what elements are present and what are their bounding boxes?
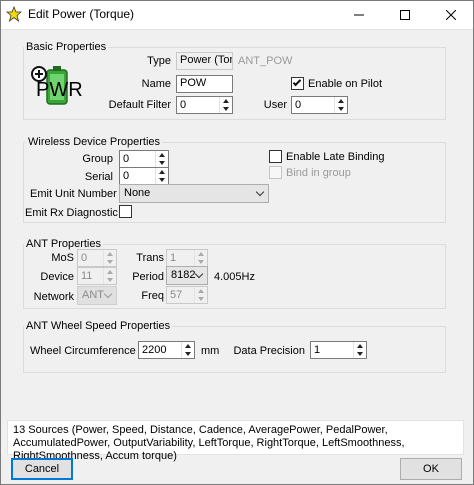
trans-value: 1 <box>170 252 177 264</box>
chevron-down-icon <box>255 187 265 197</box>
wheel-circumference-label: Wheel Circumference <box>30 345 136 357</box>
maximize-icon <box>400 10 410 20</box>
freq-label: Freq <box>141 290 164 302</box>
chevron-down-icon <box>103 289 113 299</box>
device-value: 11 <box>81 270 93 282</box>
serial-value: 0 <box>123 170 130 182</box>
network-select: ANT <box>77 286 117 305</box>
enable-on-pilot-checkbox[interactable] <box>291 77 304 90</box>
type-hint: ANT_POW <box>238 55 293 67</box>
minimize-button[interactable] <box>336 0 382 30</box>
late-binding-checkbox[interactable] <box>269 150 282 163</box>
late-binding-label: Enable Late Binding <box>286 151 385 163</box>
spin-up-icon <box>107 252 113 256</box>
network-value: ANT <box>82 289 104 301</box>
spin-up-icon <box>198 289 204 293</box>
bind-in-group-label: Bind in group <box>286 167 351 179</box>
device-label: Device <box>40 271 74 283</box>
group-value: 0 <box>123 153 130 165</box>
wheel-circumference-value: 2200 <box>142 344 167 356</box>
name-input[interactable]: POW <box>176 75 233 93</box>
spin-down-icon <box>198 260 204 264</box>
ok-button[interactable]: OK <box>400 458 462 480</box>
sources-description: 13 Sources (Power, Speed, Distance, Cade… <box>7 420 464 462</box>
serial-label: Serial <box>84 171 113 183</box>
basic-properties-title: Basic Properties <box>24 41 109 53</box>
data-precision-spinner[interactable]: 1 <box>310 341 367 359</box>
default-filter-spinner[interactable]: 0 <box>176 96 233 114</box>
spin-down-icon[interactable] <box>159 161 165 165</box>
mos-spinner: 0 <box>77 249 117 267</box>
spin-down-icon <box>107 260 113 264</box>
network-label: Network <box>33 291 74 303</box>
freq-spinner: 57 <box>166 286 208 304</box>
name-label: Name <box>141 78 171 90</box>
period-select[interactable]: 8182 <box>166 266 208 285</box>
wheel-speed-title: ANT Wheel Speed Properties <box>24 320 173 332</box>
type-label: Type <box>147 55 171 67</box>
basic-properties-group <box>23 47 446 120</box>
spin-down-icon <box>107 278 113 282</box>
spin-up-icon[interactable] <box>357 344 363 348</box>
maximize-button[interactable] <box>382 0 428 30</box>
mos-value: 0 <box>81 252 88 264</box>
spin-up-icon[interactable] <box>159 170 165 174</box>
group-label: Group <box>82 153 113 165</box>
spin-down-icon[interactable] <box>185 352 191 356</box>
trans-label: Trans <box>136 252 164 264</box>
spin-up-icon[interactable] <box>159 153 165 157</box>
spin-down-icon <box>198 297 204 301</box>
period-hz: 4.005Hz <box>214 271 255 283</box>
emit-rx-diagnostic-checkbox[interactable] <box>119 205 132 218</box>
checkmark-icon <box>292 77 302 87</box>
chevron-down-icon <box>194 269 204 279</box>
period-value: 8182 <box>171 269 196 281</box>
minimize-icon <box>354 14 364 16</box>
spin-up-icon <box>107 270 113 274</box>
title-bar[interactable]: Edit Power (Torque) <box>0 0 474 30</box>
pwr-icon-text: PWR <box>36 79 83 101</box>
spin-down-icon[interactable] <box>159 178 165 182</box>
default-filter-label: Default Filter <box>108 99 171 111</box>
emit-rx-diagnostic-label: Emit Rx Diagnostic <box>25 207 118 219</box>
spin-up-icon[interactable] <box>223 99 229 103</box>
user-value: 0 <box>295 99 302 111</box>
default-filter-value: 0 <box>180 99 187 111</box>
emit-unit-number-select[interactable]: None <box>119 184 269 203</box>
spin-up-icon[interactable] <box>185 344 191 348</box>
wireless-properties-title: Wireless Device Properties <box>26 136 163 148</box>
window-title: Edit Power (Torque) <box>28 7 135 21</box>
close-icon <box>446 10 456 20</box>
cancel-button[interactable]: Cancel <box>11 458 73 480</box>
user-label: User <box>263 99 287 111</box>
wheel-circumference-spinner[interactable]: 2200 <box>138 341 195 359</box>
period-label: Period <box>132 271 164 283</box>
group-spinner[interactable]: 0 <box>119 150 169 168</box>
spin-down-icon[interactable] <box>357 352 363 356</box>
user-spinner[interactable]: 0 <box>291 96 348 114</box>
enable-on-pilot-label: Enable on Pilot <box>308 78 382 90</box>
emit-unit-number-value: None <box>124 187 151 199</box>
mos-label: MoS <box>51 252 74 264</box>
data-precision-label: Data Precision <box>233 345 305 357</box>
spin-down-icon[interactable] <box>223 107 229 111</box>
spin-up-icon <box>198 252 204 256</box>
data-precision-value: 1 <box>314 344 321 356</box>
serial-spinner[interactable]: 0 <box>119 167 169 185</box>
spin-up-icon[interactable] <box>338 99 344 103</box>
emit-unit-number-label: Emit Unit Number <box>30 188 117 200</box>
type-field: Power (Torqu <box>176 52 233 70</box>
bind-in-group-checkbox <box>269 166 282 179</box>
yellow-star-icon <box>6 6 22 22</box>
freq-value: 57 <box>170 289 183 301</box>
wheel-circumference-unit: mm <box>201 345 220 357</box>
spin-down-icon[interactable] <box>338 107 344 111</box>
device-spinner: 11 <box>77 267 117 285</box>
close-button[interactable] <box>428 0 474 30</box>
trans-spinner: 1 <box>166 249 208 267</box>
